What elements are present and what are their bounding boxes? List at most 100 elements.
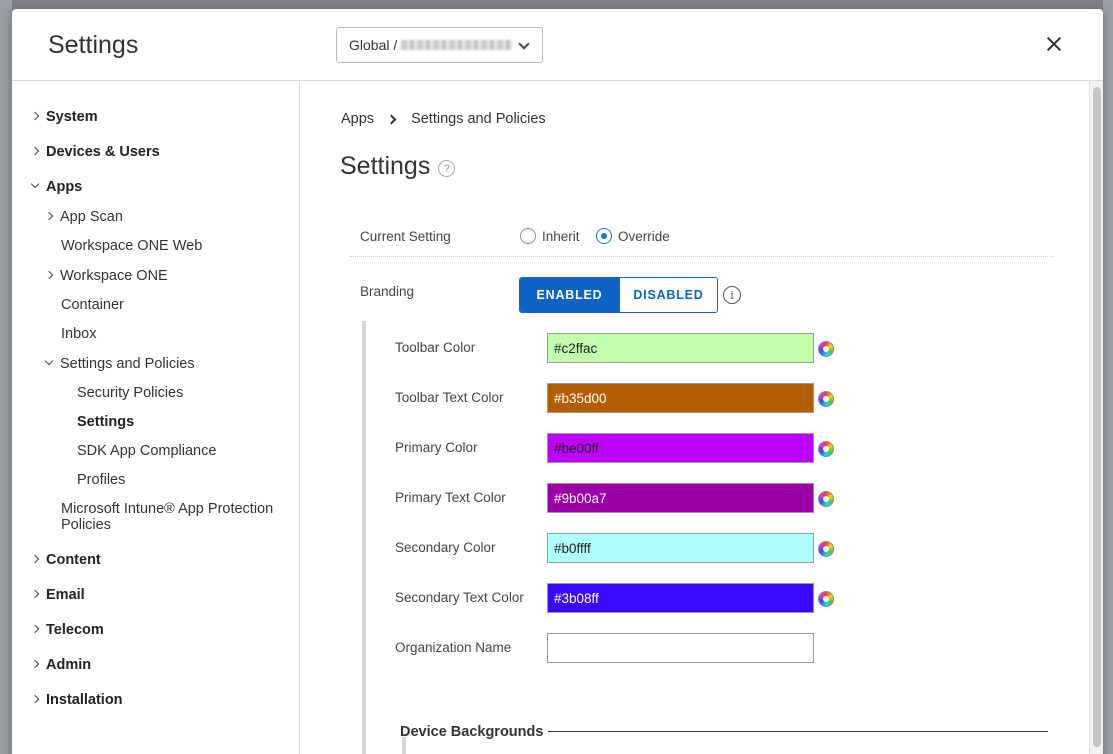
sidebar-item-settings-and-policies[interactable]: Settings and Policies: [44, 356, 195, 372]
sidebar-item-app-scan[interactable]: App Scan: [44, 209, 123, 225]
branding-label: Branding: [360, 284, 415, 299]
breadcrumb-current: Settings and Policies: [411, 111, 546, 127]
breadcrumb: Apps Settings and Policies: [341, 111, 546, 127]
backdrop-right-edge: [1103, 0, 1113, 754]
chevron-right-icon: [30, 694, 40, 704]
sidebar-item-label: System: [46, 109, 98, 125]
organization-name-input[interactable]: [547, 633, 814, 663]
chevron-right-icon: [30, 659, 40, 669]
radio-inherit-circle[interactable]: [520, 228, 536, 244]
primary-color-label: Primary Color: [395, 440, 478, 455]
backdrop-left-edge: [0, 0, 12, 754]
primary-text-color-input[interactable]: #9b00a7: [547, 483, 814, 513]
page-title-text: Settings: [340, 152, 431, 180]
radio-inherit-label: Inherit: [542, 228, 580, 244]
chevron-right-icon: [30, 589, 40, 599]
page-title: Settings ?: [340, 152, 456, 181]
branding-group-line: [362, 321, 366, 754]
sidebar-item-system[interactable]: System: [30, 109, 98, 125]
radio-override-label: Override: [618, 228, 670, 244]
branding-disabled-button[interactable]: DISABLED: [619, 278, 717, 312]
radio-inherit[interactable]: Inherit: [520, 228, 580, 244]
settings-sidebar: System Devices & Users Apps App Scan Wor…: [12, 81, 300, 754]
sidebar-item-installation[interactable]: Installation: [30, 692, 123, 708]
settings-content: Apps Settings and Policies Settings ? Cu…: [300, 81, 1103, 754]
modal-header: Settings Global /: [12, 9, 1103, 81]
branding-toggle: ENABLED DISABLED: [519, 277, 718, 313]
sidebar-item-workspace-one[interactable]: Workspace ONE: [44, 268, 168, 284]
sidebar-item-email[interactable]: Email: [30, 587, 85, 603]
device-backgrounds-heading: Device Backgrounds: [400, 724, 544, 740]
chevron-right-icon: [386, 114, 397, 124]
chevron-right-icon: [44, 211, 54, 221]
sidebar-item-admin[interactable]: Admin: [30, 657, 92, 673]
color-picker-icon[interactable]: [818, 391, 834, 407]
sidebar-item-label: Policies: [61, 517, 111, 533]
sidebar-item-label: Email: [46, 587, 85, 603]
organization-scope-dropdown[interactable]: Global /: [336, 27, 543, 63]
secondary-text-color-label: Secondary Text Color: [395, 590, 524, 605]
toolbar-color-input[interactable]: #c2ffac: [547, 333, 814, 363]
modal-title: Settings: [48, 31, 139, 59]
branding-enabled-button[interactable]: ENABLED: [520, 278, 619, 312]
sidebar-item-security-policies[interactable]: Security Policies: [77, 385, 183, 401]
toolbar-color-label: Toolbar Color: [395, 340, 476, 355]
device-backgrounds-group-line: [402, 737, 406, 754]
sidebar-item-label: Content: [46, 552, 101, 568]
color-picker-icon[interactable]: [818, 441, 834, 457]
toolbar-text-color-input[interactable]: #b35d00: [547, 383, 814, 413]
color-picker-icon[interactable]: [818, 491, 834, 507]
sidebar-item-apps[interactable]: Apps: [30, 179, 83, 195]
toolbar-text-color-label: Toolbar Text Color: [395, 390, 504, 405]
sidebar-item-telecom[interactable]: Telecom: [30, 622, 104, 638]
radio-override[interactable]: Override: [596, 228, 670, 244]
current-setting-label: Current Setting: [360, 229, 451, 244]
sidebar-item-label: Devices & Users: [46, 144, 160, 160]
sidebar-item-profiles[interactable]: Profiles: [77, 472, 125, 488]
sidebar-item-label: Telecom: [46, 622, 104, 638]
sidebar-item-label: Workspace ONE: [60, 268, 168, 284]
secondary-color-input[interactable]: #b0ffff: [547, 533, 814, 563]
chevron-right-icon: [30, 624, 40, 634]
section-rule: [548, 731, 1048, 732]
color-picker-icon[interactable]: [818, 591, 834, 607]
secondary-color-label: Secondary Color: [395, 540, 496, 555]
sidebar-item-label: Settings and Policies: [60, 356, 195, 372]
sidebar-item-label: Admin: [46, 657, 92, 673]
sidebar-item-container[interactable]: Container: [61, 297, 124, 313]
chevron-right-icon: [30, 554, 40, 564]
scope-prefix: Global /: [349, 37, 398, 53]
sidebar-item-settings[interactable]: Settings: [77, 414, 134, 430]
sidebar-item-label: Installation: [46, 692, 123, 708]
organization-name-label: Organization Name: [395, 640, 512, 655]
secondary-text-color-input[interactable]: #3b08ff: [547, 583, 814, 613]
close-icon[interactable]: [1043, 33, 1065, 55]
content-scrollbar[interactable]: [1089, 81, 1103, 754]
color-picker-icon[interactable]: [818, 341, 834, 357]
sidebar-item-microsoft-intune[interactable]: Microsoft Intune® App Protection Policie…: [61, 501, 273, 533]
breadcrumb-apps-link[interactable]: Apps: [341, 111, 374, 127]
sidebar-item-label: Apps: [46, 179, 83, 195]
chevron-right-icon: [30, 146, 40, 156]
scrollbar-thumb[interactable]: [1093, 87, 1101, 747]
sidebar-item-content[interactable]: Content: [30, 552, 101, 568]
sidebar-item-workspace-one-web[interactable]: Workspace ONE Web: [61, 238, 202, 254]
primary-text-color-label: Primary Text Color: [395, 490, 506, 505]
chevron-down-icon: [30, 179, 40, 189]
chevron-down-icon: [518, 38, 530, 50]
radio-override-circle[interactable]: [596, 228, 612, 244]
sidebar-item-sdk-app-compliance[interactable]: SDK App Compliance: [77, 443, 216, 459]
help-icon[interactable]: ?: [438, 160, 456, 177]
chevron-right-icon: [30, 111, 40, 121]
sidebar-item-devices-users[interactable]: Devices & Users: [30, 144, 160, 160]
sidebar-item-inbox[interactable]: Inbox: [61, 326, 96, 342]
chevron-right-icon: [44, 270, 54, 280]
chevron-down-icon: [44, 356, 54, 366]
color-picker-icon[interactable]: [818, 541, 834, 557]
sidebar-item-label: Microsoft Intune® App Protection: [61, 501, 274, 517]
sidebar-item-label: App Scan: [60, 209, 123, 225]
info-icon[interactable]: i: [723, 286, 741, 304]
redacted-organization-name: [401, 40, 514, 50]
settings-modal: Settings Global / System Devices & Users…: [12, 9, 1103, 754]
primary-color-input[interactable]: #be00ff: [547, 433, 814, 463]
